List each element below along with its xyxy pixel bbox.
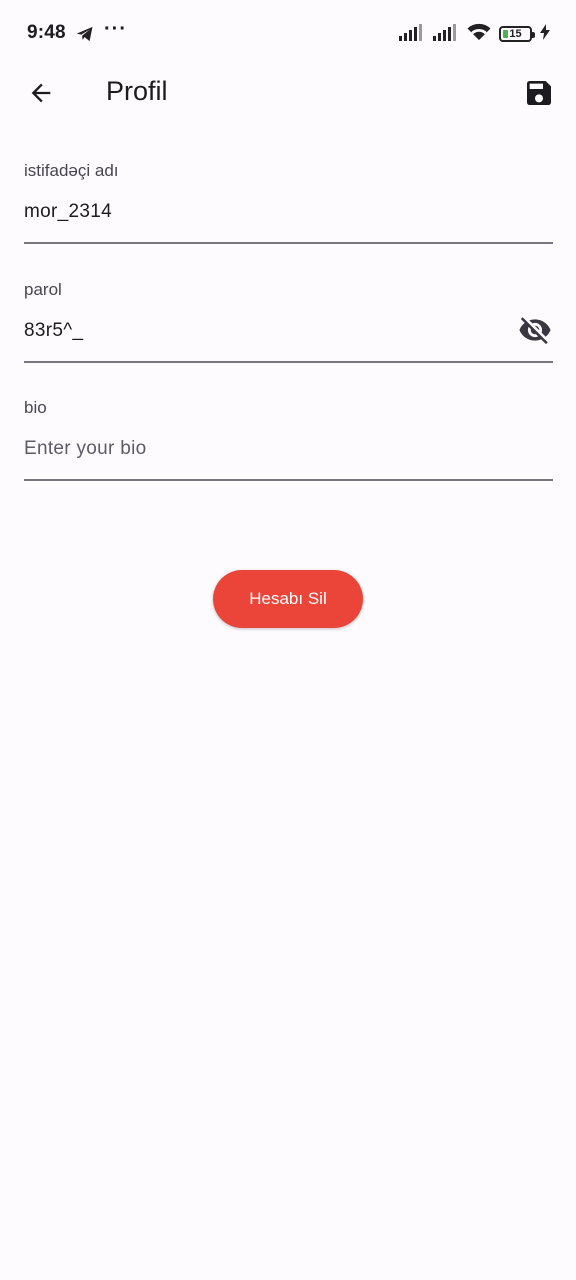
more-icon: ··· (104, 18, 127, 40)
battery-level: 15 (509, 27, 522, 40)
status-bar: 9:48 ··· 15 (0, 0, 576, 68)
signal-icon (433, 23, 459, 46)
password-input[interactable] (24, 316, 494, 346)
status-icons: 15 (399, 23, 550, 45)
save-button[interactable] (516, 72, 562, 118)
visibility-off-icon (518, 313, 552, 352)
username-label: istifadəçi adı (24, 161, 119, 180)
bio-underline (24, 479, 553, 481)
password-label: parol (24, 280, 62, 299)
status-time: 9:48 (27, 22, 66, 43)
signal-icon (399, 23, 425, 46)
back-button[interactable] (18, 72, 64, 118)
save-icon (523, 77, 555, 114)
delete-account-button[interactable]: Hesabı Sil (213, 570, 363, 628)
username-underline (24, 242, 553, 244)
bio-input[interactable] (24, 434, 494, 464)
telegram-icon (75, 24, 95, 44)
username-input[interactable] (24, 197, 494, 227)
charging-icon (540, 23, 550, 45)
password-underline (24, 361, 553, 363)
toggle-password-visibility-button[interactable] (517, 314, 553, 350)
wifi-icon (467, 23, 491, 46)
app-bar: Profil (0, 62, 576, 126)
arrow-back-icon (27, 79, 55, 112)
page-title: Profil (106, 76, 168, 106)
battery-icon: 15 (499, 26, 535, 42)
bio-label: bio (24, 398, 47, 417)
